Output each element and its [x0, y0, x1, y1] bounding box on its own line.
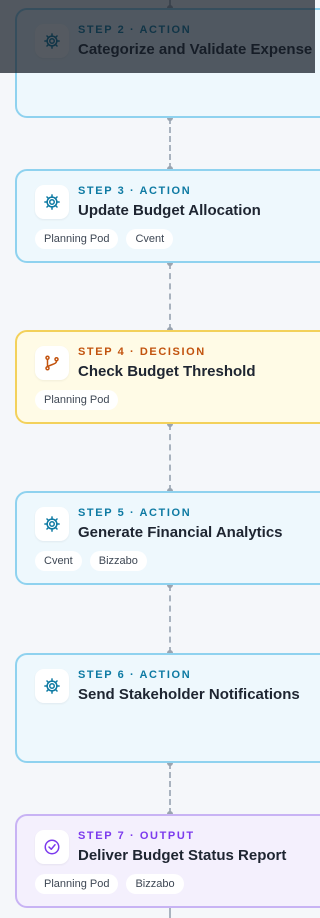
check-circle-icon [35, 830, 69, 864]
tool-tags: Planning Pod Bizzabo [35, 874, 184, 894]
connector-line [169, 424, 171, 491]
workflow-diagram: STEP 2 · ACTIONCategorize and Validate E… [0, 0, 320, 918]
step-title: Deliver Budget Status Report [78, 847, 287, 864]
step-card[interactable]: STEP 3 · ACTION Update Budget Allocation P… [15, 169, 320, 263]
tool-tag: Bizzabo [89, 551, 147, 571]
gear-icon [35, 669, 69, 703]
connector-line [169, 263, 171, 330]
connector-line [169, 763, 171, 814]
step-kicker: STEP 5 · ACTION [78, 507, 192, 519]
step-title: Send Stakeholder Notifications [78, 686, 300, 703]
tool-tag: Planning Pod [35, 229, 119, 249]
tool-tag: Cvent [126, 229, 174, 249]
branch-icon [35, 346, 69, 380]
tool-tags: Planning Pod [35, 390, 119, 410]
step-card[interactable]: STEP 5 · ACTION Generate Financial Analyt… [15, 491, 320, 585]
connector-line [169, 585, 171, 653]
step-card[interactable]: STEP 4 · DECISION Check Budget Threshold P… [15, 330, 320, 424]
connector-line [169, 118, 171, 169]
step-title: Update Budget Allocation [78, 202, 261, 219]
step-kicker: STEP 6 · ACTION [78, 669, 192, 681]
connector-line [169, 908, 171, 918]
step-kicker: STEP 4 · DECISION [78, 346, 206, 358]
gear-icon [35, 507, 69, 541]
tool-tags: Planning Pod Cvent [35, 229, 174, 249]
tool-tag: Cvent [35, 551, 82, 571]
step-card[interactable]: STEP 7 · OUTPUT Deliver Budget Status Rep… [15, 814, 320, 908]
step-title: Check Budget Threshold [78, 363, 256, 380]
step-kicker: STEP 3 · ACTION [78, 185, 192, 197]
tool-tags: Cvent Bizzabo [35, 551, 147, 571]
tool-tag: Planning Pod [35, 390, 119, 410]
tool-tag: Bizzabo [126, 874, 184, 894]
top-dim-overlay [0, 0, 315, 73]
step-card[interactable]: STEP 6 · ACTION Send Stakeholder Notifica… [15, 653, 320, 763]
step-title: Generate Financial Analytics [78, 524, 283, 541]
step-kicker: STEP 7 · OUTPUT [78, 830, 195, 842]
gear-icon [35, 185, 69, 219]
tool-tag: Planning Pod [35, 874, 119, 894]
